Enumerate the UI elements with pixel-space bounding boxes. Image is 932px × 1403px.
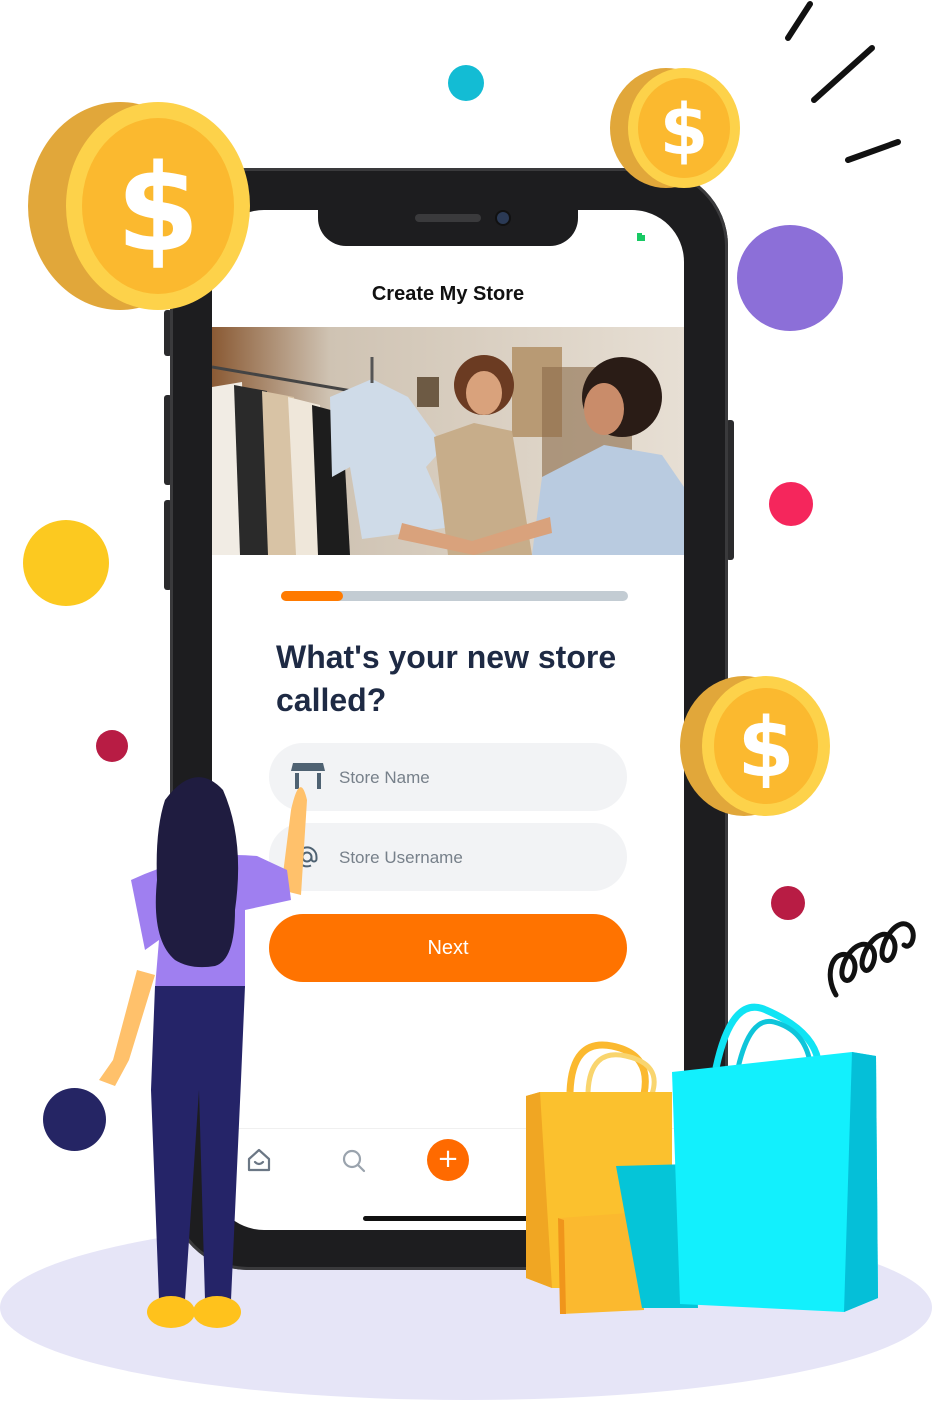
teal-dot — [448, 65, 484, 101]
phone-speaker — [415, 214, 481, 222]
svg-text:$: $ — [116, 140, 200, 279]
phone-notch — [318, 206, 578, 246]
phone-camera — [497, 212, 509, 224]
dollar-coin-icon: $ — [610, 68, 740, 188]
battery-icon — [637, 233, 645, 241]
svg-text:$: $ — [737, 701, 794, 796]
woman-figure — [99, 777, 307, 1328]
progress-fill — [281, 591, 343, 601]
maroon-dot-right — [771, 886, 805, 920]
store-username-input[interactable] — [337, 823, 611, 893]
store-photo — [212, 327, 684, 555]
sparkle-lines-icon — [785, 1, 901, 163]
purple-dot — [737, 225, 843, 331]
dollar-coin-icon: $ — [680, 676, 830, 816]
home-indicator — [363, 1216, 533, 1221]
search-icon[interactable] — [341, 1148, 367, 1174]
store-name-question: What's your new store called? — [276, 639, 617, 718]
yellow-dot — [23, 520, 109, 606]
pink-dot — [769, 482, 813, 526]
svg-text:$: $ — [660, 89, 709, 171]
plus-icon[interactable]: + — [427, 1139, 469, 1181]
spring-squiggle-icon — [827, 921, 916, 998]
maroon-dot-left — [96, 730, 128, 762]
store-name-input[interactable] — [337, 743, 611, 813]
dollar-coin-icon: $ — [28, 102, 250, 310]
shopping-bags-illustration — [526, 1003, 878, 1314]
page-title: Create My Store — [371, 283, 525, 305]
